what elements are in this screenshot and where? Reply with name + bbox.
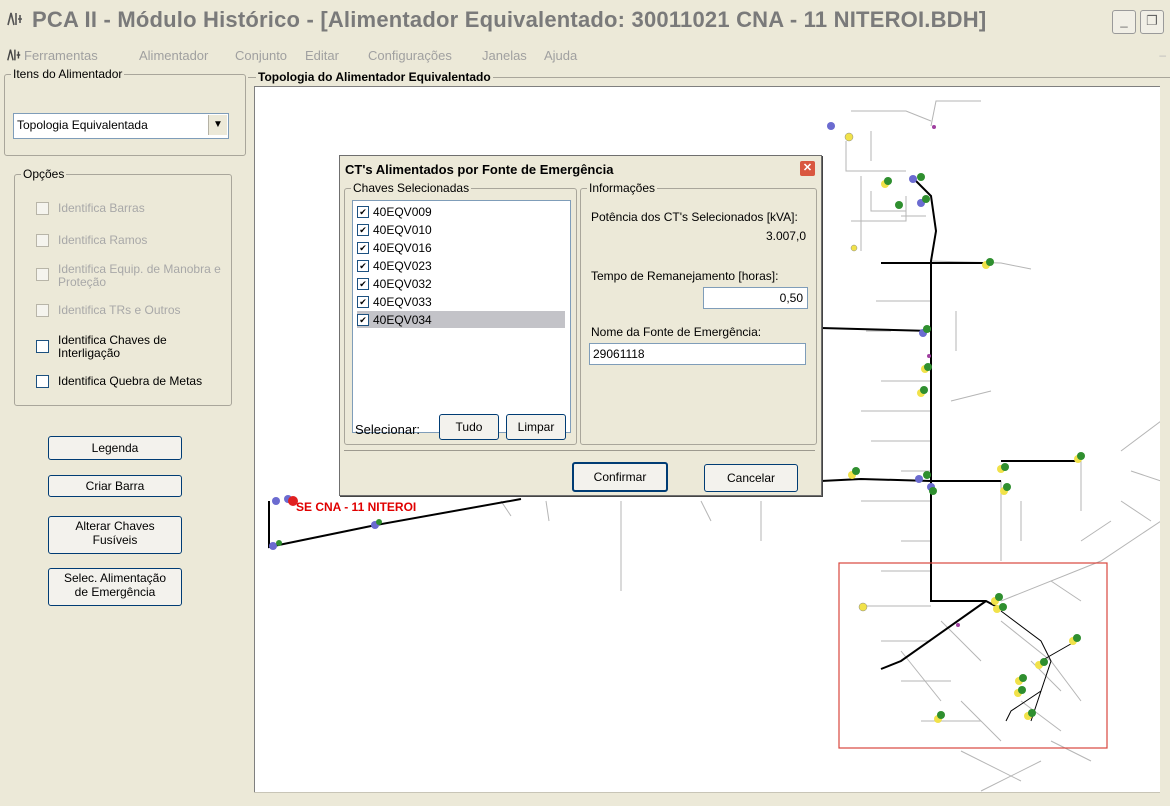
dialog-separator (344, 450, 815, 451)
legenda-button[interactable]: Legenda (48, 436, 182, 460)
checkbox-identifica-barras[interactable] (36, 202, 49, 215)
selec-emergencia-button[interactable]: Selec. Alimentação de Emergência (48, 568, 182, 606)
checkbox-identifica-trs[interactable] (36, 304, 49, 317)
checkbox-checked-icon[interactable]: ✔ (357, 296, 369, 308)
vertical-scrollbar[interactable] (1160, 86, 1170, 805)
tempo-label: Tempo de Remanejamento [horas]: (591, 269, 779, 283)
cancelar-button-label: Cancelar (726, 471, 776, 485)
chave-id: 40EQV016 (373, 241, 432, 255)
option-identifica-ramos: Identifica Ramos (58, 233, 148, 247)
fonte-label: Nome da Fonte de Emergência: (591, 325, 762, 339)
menu-conjunto[interactable]: Conjunto (235, 48, 287, 63)
criar-barra-button-label: Criar Barra (85, 479, 145, 493)
menu-configuracoes[interactable]: Configurações (368, 48, 452, 63)
cancelar-button[interactable]: Cancelar (704, 464, 798, 492)
checkbox-identifica-quebra[interactable] (36, 375, 49, 388)
checkbox-checked-icon[interactable]: ✔ (357, 278, 369, 290)
option-identifica-chaves: Identifica Chaves de Interligação (58, 333, 167, 360)
list-item[interactable]: ✔ 40EQV010 (357, 221, 565, 238)
alterar-chaves-button[interactable]: Alterar Chaves Fusíveis (48, 516, 182, 554)
map-title: Topologia do Alimentador Equivalentado (256, 70, 493, 84)
chevron-down-icon[interactable]: ▼ (208, 115, 227, 135)
chaves-group-title: Chaves Selecionadas (351, 181, 472, 195)
tudo-button-label: Tudo (455, 420, 483, 434)
menu-app-icon[interactable] (6, 47, 22, 66)
minimize-button[interactable]: _ (1112, 10, 1136, 34)
limpar-button[interactable]: Limpar (506, 414, 566, 440)
itens-group-title: Itens do Alimentador (11, 67, 125, 81)
view-select-value: Topologia Equivalentada (17, 118, 148, 132)
menu-ferramentas[interactable]: Ferramentas (24, 48, 98, 63)
chave-id: 40EQV033 (373, 295, 432, 309)
checkbox-checked-icon[interactable]: ✔ (357, 224, 369, 236)
window-title: PCA II - Módulo Histórico - [Alimentador… (32, 7, 987, 32)
tudo-button[interactable]: Tudo (439, 414, 499, 440)
tempo-input[interactable]: 0,50 (703, 287, 808, 309)
checkbox-identifica-ramos[interactable] (36, 234, 49, 247)
fonte-input[interactable]: 29061118 (589, 343, 806, 365)
chave-id: 40EQV009 (373, 205, 432, 219)
list-item[interactable]: ✔ 40EQV009 (357, 203, 565, 220)
selecionar-label: Selecionar: (355, 422, 421, 437)
dialog-title: CT's Alimentados por Fonte de Emergência (345, 162, 614, 177)
itens-group: Itens do Alimentador Topologia Equivalen… (4, 67, 246, 156)
selec-emergencia-label-2: de Emergência (74, 585, 156, 599)
list-item[interactable]: ✔ 40EQV023 (357, 257, 565, 274)
chave-id: 40EQV032 (373, 277, 432, 291)
mdi-restore-icon[interactable]: – (1159, 48, 1166, 62)
menu-bar: Ferramentas Alimentador Conjunto Editar … (0, 44, 1170, 66)
opcoes-group-title: Opções (21, 167, 67, 181)
menu-editar[interactable]: Editar (305, 48, 339, 63)
list-item[interactable]: ✔ 40EQV033 (357, 293, 565, 310)
selec-emergencia-label-1: Selec. Alimentação (63, 571, 167, 585)
horizontal-scrollbar[interactable] (254, 792, 1160, 806)
info-group: Informações (580, 181, 817, 445)
menu-ajuda[interactable]: Ajuda (544, 48, 577, 63)
criar-barra-button[interactable]: Criar Barra (48, 475, 182, 497)
close-icon[interactable]: ✕ (800, 161, 815, 176)
checkbox-checked-icon[interactable]: ✔ (357, 206, 369, 218)
chaves-list[interactable]: ✔ 40EQV009 ✔ 40EQV010 ✔ 40EQV016 ✔ 40EQV023 … (352, 200, 571, 433)
list-item-selected[interactable]: ✔ 40EQV034 (357, 311, 565, 328)
option-identifica-equip: Identifica Equip. de Manobra e Proteção (58, 262, 221, 289)
menu-janelas[interactable]: Janelas (482, 48, 527, 63)
option-identifica-barras: Identifica Barras (58, 201, 145, 215)
restore-button[interactable]: ❐ (1140, 10, 1164, 34)
confirmar-button-label: Confirmar (593, 470, 647, 484)
checkbox-identifica-equip[interactable] (36, 268, 49, 281)
left-panel: Itens do Alimentador Topologia Equivalen… (0, 66, 248, 805)
app-logo-icon (6, 10, 24, 28)
ct-emergency-dialog: CT's Alimentados por Fonte de Emergência… (339, 155, 822, 496)
option-identifica-quebra: Identifica Quebra de Metas (58, 374, 203, 388)
chave-id: 40EQV023 (373, 259, 432, 273)
view-select[interactable]: Topologia Equivalentada ▼ (13, 113, 229, 139)
list-item[interactable]: ✔ 40EQV032 (357, 275, 565, 292)
limpar-button-label: Limpar (517, 420, 555, 434)
alterar-chaves-label-1: Alterar Chaves (75, 519, 155, 533)
chave-id: 40EQV034 (373, 313, 432, 327)
info-group-title: Informações (587, 181, 658, 195)
chave-id: 40EQV010 (373, 223, 432, 237)
checkbox-checked-icon[interactable]: ✔ (357, 314, 369, 326)
legenda-button-label: Legenda (91, 441, 139, 455)
list-item[interactable]: ✔ 40EQV016 (357, 239, 565, 256)
alterar-chaves-label-2: Fusíveis (92, 533, 138, 547)
confirmar-button[interactable]: Confirmar (572, 462, 668, 492)
title-bar: PCA II - Módulo Histórico - [Alimentador… (0, 0, 1170, 42)
checkbox-checked-icon[interactable]: ✔ (357, 260, 369, 272)
menu-alimentador[interactable]: Alimentador (139, 48, 208, 63)
option-identifica-trs: Identifica TRs e Outros (58, 303, 181, 317)
checkbox-identifica-chaves[interactable] (36, 340, 49, 353)
potencia-label: Potência dos CT's Selecionados [kVA]: (591, 210, 798, 224)
potencia-value: 3.007,0 (765, 229, 806, 243)
substation-label: SE CNA - 11 NITEROI (296, 500, 416, 514)
fonte-input-value: 29061118 (593, 347, 645, 361)
checkbox-checked-icon[interactable]: ✔ (357, 242, 369, 254)
tempo-input-value: 0,50 (779, 291, 803, 305)
